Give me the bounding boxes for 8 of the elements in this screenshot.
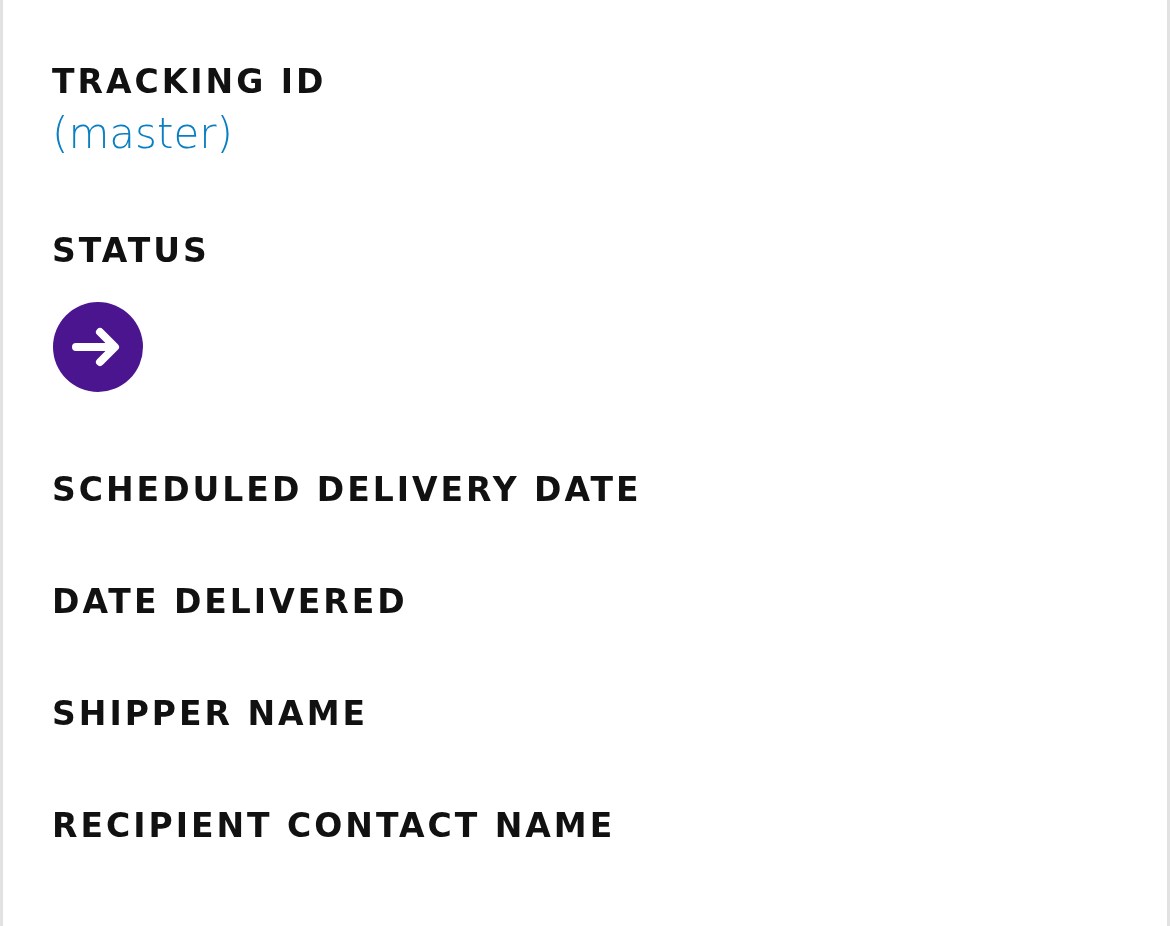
field-label: SCHEDULED DELIVERY DATE xyxy=(52,470,642,510)
tracking-id-link[interactable]: (master) xyxy=(52,106,233,162)
field-label: RECIPIENT CONTACT NAME xyxy=(52,806,616,846)
arrow-circle-icon xyxy=(52,301,144,393)
field-label: DATE DELIVERED xyxy=(52,582,408,622)
field-label: TRACKING ID xyxy=(52,62,327,102)
field-label: STATUS xyxy=(52,231,210,271)
field-label: SHIPPER NAME xyxy=(52,694,369,734)
